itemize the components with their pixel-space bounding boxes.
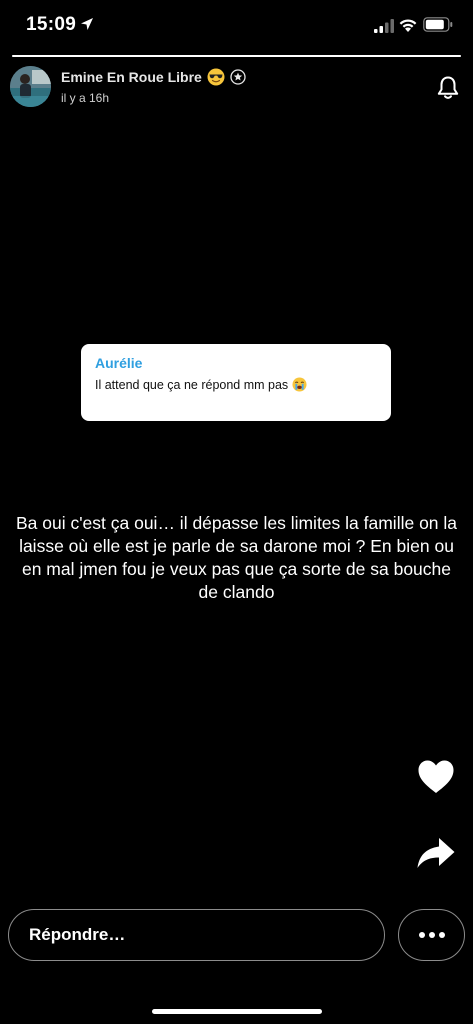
battery-icon xyxy=(423,17,453,32)
quoted-reply-author: Aurélie xyxy=(95,355,143,371)
quoted-reply-body: Il attend que ça ne répond mm pas xyxy=(95,377,377,392)
more-dot-icon xyxy=(418,932,425,938)
share-arrow-icon[interactable] xyxy=(416,836,456,870)
story-progress-bar xyxy=(12,55,461,57)
quoted-reply-card: Aurélie Il attend que ça ne répond mm pa… xyxy=(81,344,391,421)
story-text: Ba oui c'est ça oui… il dépasse les limi… xyxy=(15,513,458,602)
status-time: 15:09 xyxy=(26,14,77,35)
reply-input[interactable] xyxy=(8,909,385,961)
cellular-signal-icon xyxy=(374,19,394,33)
home-indicator[interactable] xyxy=(152,1009,322,1014)
location-arrow-icon xyxy=(81,18,93,30)
story-timestamp: il y a 16h xyxy=(61,91,110,105)
status-bar: 15:09 xyxy=(0,0,473,52)
more-dot-icon xyxy=(438,932,445,938)
avatar-image xyxy=(10,66,51,107)
quoted-reply-text: Il attend que ça ne répond mm pas xyxy=(95,377,289,392)
heart-icon[interactable] xyxy=(417,759,455,795)
sunglasses-emoji-icon xyxy=(207,68,225,86)
star-badge-icon xyxy=(230,69,246,85)
more-options-button[interactable] xyxy=(398,909,465,961)
author-name: Emine En Roue Libre xyxy=(61,69,202,85)
more-dot-icon xyxy=(428,932,435,938)
story-author[interactable]: Emine En Roue Libre xyxy=(61,68,246,86)
wifi-icon xyxy=(399,19,417,32)
crying-emoji-icon xyxy=(292,377,307,392)
avatar[interactable] xyxy=(10,66,51,107)
story-progress-fill xyxy=(12,55,461,57)
bell-icon[interactable] xyxy=(436,75,460,101)
